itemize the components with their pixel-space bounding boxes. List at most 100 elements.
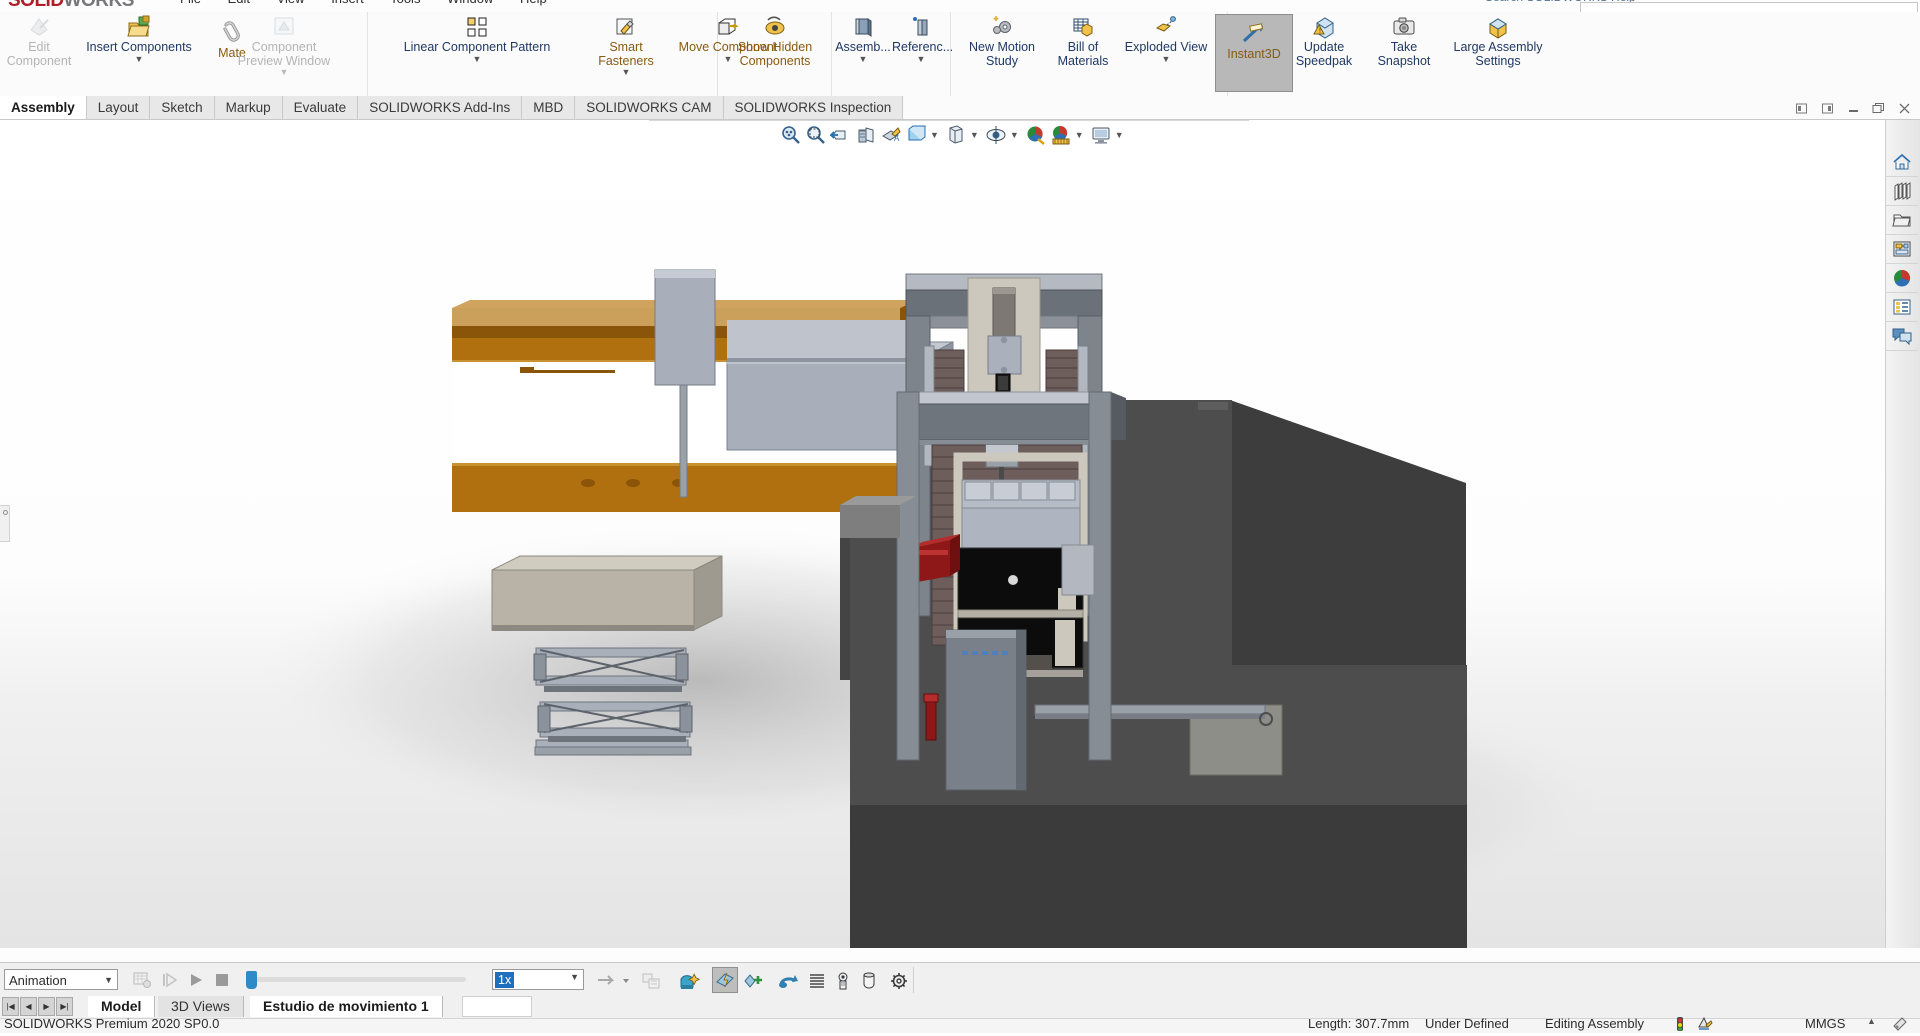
view-palette-icon[interactable]: [1886, 235, 1918, 264]
menu-item-view[interactable]: View: [277, 0, 305, 6]
close-icon[interactable]: [1898, 101, 1912, 115]
view-settings-icon[interactable]: [1090, 124, 1112, 146]
doc-tab-model[interactable]: Model: [88, 996, 156, 1017]
chevron-down-icon[interactable]: ▼: [834, 54, 892, 63]
custom-properties-icon[interactable]: [1886, 293, 1918, 322]
next-tab-icon[interactable]: ▶: [38, 997, 55, 1016]
cad-model-assembly[interactable]: [0, 120, 1886, 948]
chevron-down-icon[interactable]: ▼: [374, 54, 580, 63]
menu-item-help[interactable]: Help: [520, 0, 547, 6]
new-motion-study-tab-button[interactable]: [462, 996, 532, 1017]
calculate-icon[interactable]: [132, 971, 152, 989]
tab-assembly[interactable]: Assembly: [0, 96, 87, 120]
timeline-slider-track[interactable]: [248, 977, 466, 982]
menu-item-insert[interactable]: Insert: [331, 0, 364, 6]
menu-bar[interactable]: File Edit View Insert Tools Window Help: [180, 0, 570, 6]
spring-icon[interactable]: [806, 971, 826, 989]
exploded-view-button[interactable]: Exploded View ▼: [1119, 14, 1213, 63]
sw-forum-icon[interactable]: [1886, 322, 1918, 351]
section-view-icon[interactable]: [855, 124, 877, 146]
chevron-down-icon[interactable]: ▼: [1119, 54, 1213, 63]
animation-wizard-icon[interactable]: [678, 971, 701, 989]
timeline-slider-thumb[interactable]: [246, 971, 257, 989]
insert-components-button[interactable]: Insert Components ▼: [78, 14, 200, 63]
linear-component-pattern-button[interactable]: Linear Component Pattern ▼: [374, 14, 580, 63]
component-preview-window-button[interactable]: Component Preview Window ▼: [204, 14, 364, 77]
overdefined-warning-icon[interactable]: [1697, 1016, 1713, 1035]
menu-item-edit[interactable]: Edit: [228, 0, 250, 6]
assembly-features-button[interactable]: Assemb... ▼: [834, 14, 892, 63]
reference-geometry-button[interactable]: Referenc... ▼: [892, 14, 953, 63]
save-animation-icon[interactable]: [640, 971, 660, 989]
heads-up-view-toolbar[interactable]: A ▼ ▼ ▼ ▼ ▼: [780, 122, 1127, 148]
tab-solidworks-add-ins[interactable]: SOLIDWORKS Add-Ins: [358, 96, 523, 120]
minimize-icon[interactable]: [1846, 101, 1860, 115]
zoom-to-fit-icon[interactable]: [780, 124, 802, 146]
status-units-label[interactable]: MMGS: [1805, 1016, 1845, 1031]
file-explorer-icon[interactable]: [1886, 206, 1918, 235]
doc-tab-motion-study[interactable]: Estudio de movimiento 1: [250, 996, 443, 1017]
hide-show-items-icon[interactable]: [945, 124, 967, 146]
zoom-to-area-icon[interactable]: [805, 124, 827, 146]
graphics-area[interactable]: Y X Z: [0, 120, 1886, 948]
last-tab-icon[interactable]: ▶|: [56, 997, 73, 1016]
appearances-scenes-icon[interactable]: [1886, 264, 1918, 293]
contact-icon[interactable]: [858, 971, 878, 989]
add-update-key-icon[interactable]: [742, 971, 762, 989]
design-library-icon[interactable]: [1886, 177, 1918, 206]
tab-sketch[interactable]: Sketch: [150, 96, 215, 120]
auto-key-icon[interactable]: [712, 967, 738, 993]
chevron-down-icon[interactable]: ▼: [970, 130, 979, 140]
update-speedpak-button[interactable]: ! Update Speedpak: [1285, 14, 1363, 68]
instant3d-button[interactable]: Instant3D: [1215, 14, 1293, 92]
chevron-down-icon[interactable]: ▼: [570, 972, 579, 982]
motion-study-type-select[interactable]: Animation ▼: [4, 969, 118, 990]
damper-icon[interactable]: [832, 971, 852, 990]
doc-tab-3d-views[interactable]: 3D Views: [158, 996, 244, 1017]
chevron-down-icon[interactable]: ▼: [78, 54, 200, 63]
edit-appearance-hideshow-icon[interactable]: [985, 124, 1007, 146]
menu-item-file[interactable]: File: [180, 0, 201, 6]
sw-resources-icon[interactable]: [1886, 148, 1918, 177]
motion-study-properties-gear-icon[interactable]: [888, 971, 908, 989]
motor-icon[interactable]: [778, 971, 798, 989]
edit-component-button[interactable]: Edit Component: [6, 14, 72, 68]
maximize-icon[interactable]: [1872, 101, 1886, 115]
chevron-down-icon[interactable]: ▼: [1010, 130, 1019, 140]
apply-scene-icon[interactable]: [1050, 124, 1072, 146]
new-motion-study-button[interactable]: New Motion Study: [957, 14, 1047, 68]
tab-layout[interactable]: Layout: [86, 96, 151, 120]
playback-speed-combo[interactable]: 1x ▼: [492, 969, 584, 990]
show-hidden-components-button[interactable]: Show Hidden Components: [722, 14, 828, 68]
chevron-down-icon[interactable]: ▼: [104, 970, 113, 991]
units-caret-icon[interactable]: ▲: [1867, 1016, 1876, 1026]
previous-view-icon[interactable]: [828, 124, 852, 146]
bill-of-materials-button[interactable]: Bill of Materials: [1051, 14, 1115, 68]
rebuild-indicator-icon[interactable]: [1675, 1017, 1685, 1036]
chevron-down-icon[interactable]: ▼: [1115, 130, 1124, 140]
menu-item-tools[interactable]: Tools: [390, 0, 420, 6]
display-style-icon[interactable]: [905, 124, 927, 146]
restore-left-icon[interactable]: [1794, 101, 1808, 115]
first-tab-icon[interactable]: |◀: [2, 997, 19, 1016]
restore-right-icon[interactable]: [1820, 101, 1834, 115]
stop-icon[interactable]: [212, 971, 232, 989]
tab-solidworks-inspection[interactable]: SOLIDWORKS Inspection: [723, 96, 904, 120]
chevron-down-icon[interactable]: ▼: [1075, 130, 1084, 140]
tab-solidworks-cam[interactable]: SOLIDWORKS CAM: [575, 96, 724, 120]
tab-markup[interactable]: Markup: [214, 96, 283, 120]
options-icon[interactable]: [1892, 1016, 1908, 1035]
chevron-down-icon[interactable]: ▼: [930, 130, 939, 140]
chevron-down-icon[interactable]: [620, 971, 632, 989]
smart-fasteners-button[interactable]: Smart Fasteners ▼: [586, 14, 666, 77]
tab-evaluate[interactable]: Evaluate: [282, 96, 359, 120]
view-orientation-icon[interactable]: A: [880, 124, 902, 146]
feature-manager-collapsed-handle[interactable]: [0, 505, 10, 542]
play-icon[interactable]: [186, 971, 206, 989]
chevron-down-icon[interactable]: ▼: [586, 68, 666, 77]
previous-tab-icon[interactable]: ◀: [20, 997, 37, 1016]
tab-mbd[interactable]: MBD: [522, 96, 576, 120]
edit-appearance-icon[interactable]: [1025, 124, 1047, 146]
play-from-start-icon[interactable]: [160, 971, 180, 989]
chevron-down-icon[interactable]: ▼: [892, 54, 950, 63]
